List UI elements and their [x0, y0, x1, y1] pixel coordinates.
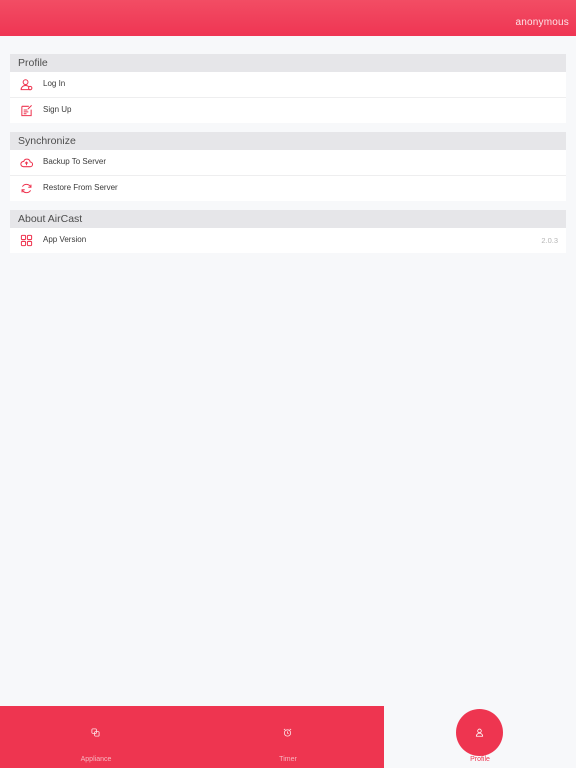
tab-label: Appliance: [80, 756, 112, 763]
tab-bar: Appliance Timer Profile: [0, 706, 576, 768]
appliance-icon: [91, 728, 100, 737]
row-label: Restore From Server: [43, 183, 118, 192]
tab-label: Profile: [470, 756, 490, 763]
backup-row[interactable]: Backup To Server: [10, 150, 566, 176]
row-label: Sign Up: [43, 105, 72, 114]
signup-form-icon: [20, 104, 33, 117]
alarm-clock-icon: [283, 728, 292, 737]
tab-appliance[interactable]: Appliance: [0, 706, 192, 768]
section-synchronize: Synchronize Backup To Server Restore Fro…: [10, 132, 566, 201]
apps-grid-icon: [20, 234, 33, 247]
settings-list: Profile Log In Sign Up Synchronize Backu…: [10, 54, 566, 262]
user-login-icon: [20, 78, 33, 91]
refresh-icon: [20, 182, 33, 195]
section-profile: Profile Log In Sign Up: [10, 54, 566, 123]
log-in-row[interactable]: Log In: [10, 72, 566, 98]
section-header: Synchronize: [10, 132, 566, 150]
row-label: Log In: [43, 79, 66, 88]
row-label: Backup To Server: [43, 157, 106, 166]
section-about: About AirCast App Version 2.0.3: [10, 210, 566, 253]
row-label: App Version: [43, 235, 87, 244]
tab-profile[interactable]: Profile: [384, 706, 576, 768]
app-version-value: 2.0.3: [541, 236, 558, 245]
top-bar: anonymous: [0, 0, 576, 36]
tab-label: Timer: [279, 756, 297, 763]
cloud-upload-icon: [20, 156, 33, 169]
app-version-row[interactable]: App Version 2.0.3: [10, 228, 566, 253]
profile-tab-highlight: [456, 709, 503, 756]
section-header: About AirCast: [10, 210, 566, 228]
username-label: anonymous: [515, 17, 569, 28]
section-header: Profile: [10, 54, 566, 72]
profile-icon: [475, 728, 484, 737]
tab-timer[interactable]: Timer: [192, 706, 384, 768]
restore-row[interactable]: Restore From Server: [10, 176, 566, 201]
sign-up-row[interactable]: Sign Up: [10, 98, 566, 123]
